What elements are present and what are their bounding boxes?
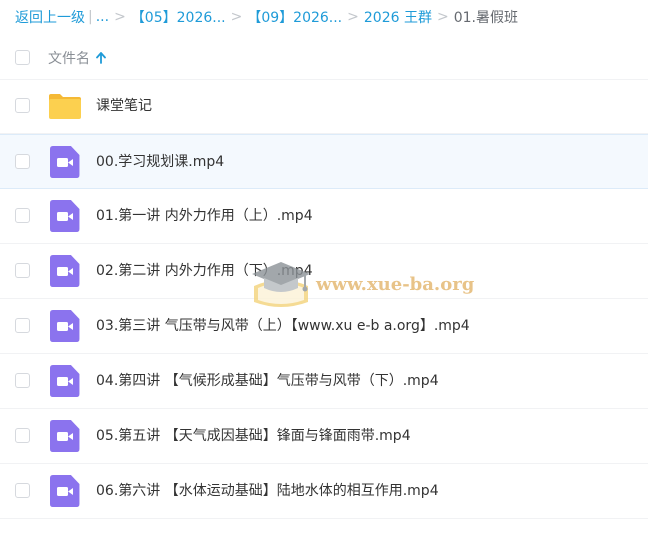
breadcrumb-separator: > xyxy=(436,9,449,25)
breadcrumb: 返回上一级 | ... > 【05】2026... > 【09】2026... … xyxy=(15,0,518,34)
video-file-icon xyxy=(50,310,80,342)
video-file-icon xyxy=(50,420,80,452)
list-header: 文件名 xyxy=(0,37,648,80)
breadcrumb-separator: > xyxy=(347,9,359,25)
video-file-icon xyxy=(50,255,80,287)
back-link[interactable]: 返回上一级 xyxy=(15,7,85,27)
file-name[interactable]: 02.第二讲 内外力作用（下）.mp4 xyxy=(96,244,313,299)
file-row-video[interactable]: 03.第三讲 气压带与风带（上）【www.xu e-b a.org】.mp4 xyxy=(0,299,648,354)
file-name[interactable]: 00.学习规划课.mp4 xyxy=(96,135,224,190)
row-checkbox[interactable] xyxy=(15,483,30,498)
sort-by-name-button[interactable]: 文件名 xyxy=(48,37,106,79)
breadcrumb-item-1[interactable]: 【05】2026... xyxy=(131,7,226,27)
file-browser: 返回上一级 | ... > 【05】2026... > 【09】2026... … xyxy=(0,0,648,540)
file-row-video[interactable]: 01.第一讲 内外力作用（上）.mp4 xyxy=(0,189,648,244)
breadcrumb-separator: > xyxy=(230,9,243,25)
breadcrumb-divider: | xyxy=(88,9,93,25)
row-checkbox[interactable] xyxy=(15,263,30,278)
column-name-label: 文件名 xyxy=(48,51,90,67)
file-name[interactable]: 04.第四讲 【气候形成基础】气压带与风带（下）.mp4 xyxy=(96,354,439,409)
file-name[interactable]: 03.第三讲 气压带与风带（上）【www.xu e-b a.org】.mp4 xyxy=(96,299,470,354)
row-checkbox[interactable] xyxy=(15,373,30,388)
file-name[interactable]: 01.第一讲 内外力作用（上）.mp4 xyxy=(96,189,313,244)
sort-arrow-up-icon xyxy=(96,52,106,64)
row-checkbox[interactable] xyxy=(15,154,30,169)
row-checkbox[interactable] xyxy=(15,318,30,333)
file-name[interactable]: 05.第五讲 【天气成因基础】锋面与锋面雨带.mp4 xyxy=(96,409,411,464)
file-name[interactable]: 课堂笔记 xyxy=(96,79,152,134)
row-checkbox[interactable] xyxy=(15,98,30,113)
breadcrumb-ellipsis[interactable]: ... xyxy=(96,9,109,25)
breadcrumb-current: 01.暑假班 xyxy=(453,10,518,26)
video-file-icon xyxy=(50,146,80,178)
row-checkbox[interactable] xyxy=(15,208,30,223)
select-all-checkbox[interactable] xyxy=(15,50,30,65)
breadcrumb-item-3[interactable]: 2026 王群 xyxy=(364,7,432,27)
folder-icon xyxy=(49,94,81,119)
file-row-video[interactable]: 02.第二讲 内外力作用（下）.mp4 xyxy=(0,244,648,299)
video-file-icon xyxy=(50,200,80,232)
row-checkbox[interactable] xyxy=(15,428,30,443)
file-row-video[interactable]: 00.学习规划课.mp4 xyxy=(0,134,648,189)
video-file-icon xyxy=(50,365,80,397)
breadcrumb-item-2[interactable]: 【09】2026... xyxy=(247,7,342,27)
file-name[interactable]: 06.第六讲 【水体运动基础】陆地水体的相互作用.mp4 xyxy=(96,464,439,519)
file-list: 课堂笔记 00.学习规划课.mp4 01.第一讲 内外力作用（上）.mp4 02… xyxy=(0,79,648,519)
file-row-video[interactable]: 04.第四讲 【气候形成基础】气压带与风带（下）.mp4 xyxy=(0,354,648,409)
file-row-video[interactable]: 05.第五讲 【天气成因基础】锋面与锋面雨带.mp4 xyxy=(0,409,648,464)
file-row-folder[interactable]: 课堂笔记 xyxy=(0,79,648,134)
file-row-video[interactable]: 06.第六讲 【水体运动基础】陆地水体的相互作用.mp4 xyxy=(0,464,648,519)
video-file-icon xyxy=(50,475,80,507)
breadcrumb-separator: > xyxy=(114,9,126,25)
